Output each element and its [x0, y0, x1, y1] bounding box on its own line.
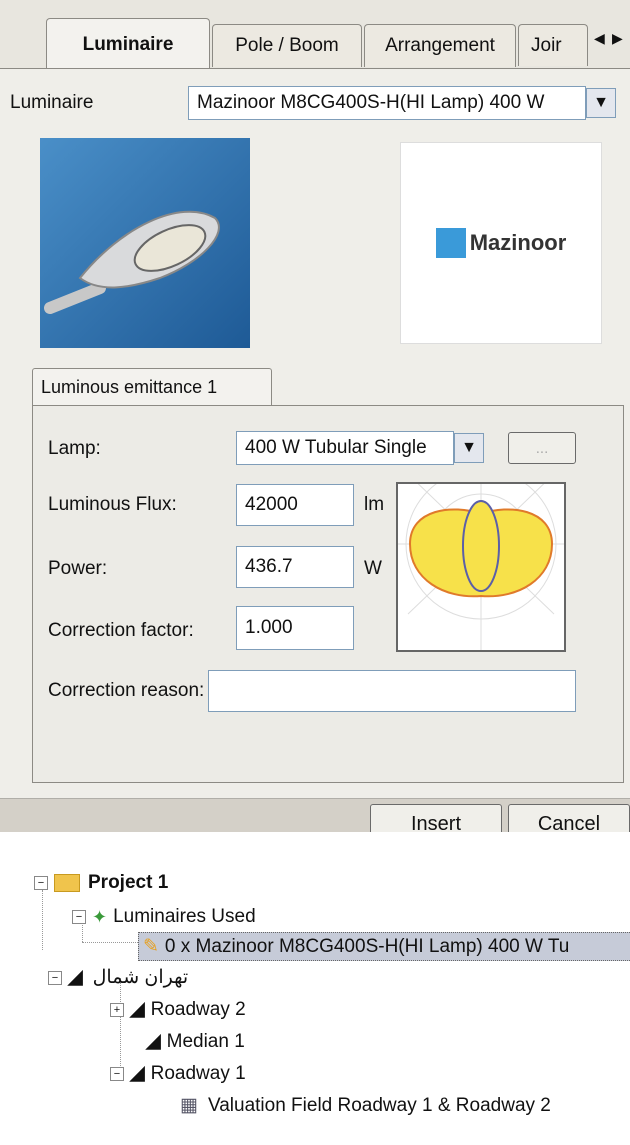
- tree-item-roadway-2[interactable]: + ◢ Roadway 2: [110, 998, 246, 1021]
- tree-guide: [82, 942, 138, 943]
- tree-item-roadway-1[interactable]: − ◢ Roadway 1: [110, 1062, 246, 1085]
- luminous-flux-field[interactable]: 42000: [236, 484, 354, 526]
- flux-unit: lm: [364, 494, 385, 515]
- tab-label: Pole / Boom: [235, 35, 339, 56]
- lamp-label: Lamp:: [48, 438, 101, 459]
- tab-scroll-right-icon[interactable]: ▶: [612, 30, 623, 47]
- correction-reason-field[interactable]: [208, 670, 576, 712]
- lamp-select[interactable]: 400 W Tubular Single: [236, 431, 454, 465]
- luminaire-label: Luminaire: [10, 92, 94, 113]
- tree-label: 0 x Mazinoor M8CG400S-H(HI Lamp) 400 W T…: [164, 935, 570, 957]
- tree-item-valuation-field[interactable]: ▦ Valuation Field Roadway 1 & Roadway 2: [180, 1094, 551, 1117]
- tree-label: تهران شمال: [92, 967, 189, 988]
- road-icon: ◢: [146, 1031, 161, 1052]
- tab-label: Luminous emittance 1: [41, 377, 218, 397]
- road-icon: ◢: [68, 967, 83, 988]
- tab-luminaire[interactable]: Luminaire: [46, 18, 210, 71]
- tree-label: Roadway 1: [150, 1062, 246, 1084]
- tree-guide: [42, 890, 43, 950]
- tree-item-luminaires-used[interactable]: − ✦ Luminaires Used: [72, 906, 256, 928]
- tree-guide: [120, 978, 121, 1074]
- power-label: Power:: [48, 558, 108, 579]
- logo-mark-icon: [435, 228, 466, 258]
- tree-label: Valuation Field Roadway 1 & Roadway 2: [207, 1094, 551, 1116]
- luminaires-group-icon: ✦: [92, 906, 108, 927]
- divider: [0, 798, 630, 799]
- tree-label: Project 1: [88, 872, 169, 893]
- tab-label: Arrangement: [385, 35, 495, 56]
- logo-text: Mazinoor: [469, 230, 567, 255]
- tab-label: Joir: [531, 34, 562, 56]
- tab-arrangement[interactable]: Arrangement: [364, 24, 516, 67]
- folder-icon: [54, 874, 80, 892]
- lamp-more-label: ...: [535, 439, 549, 457]
- tab-strip: Luminaire Pole / Boom Arrangement Joir ◀…: [0, 0, 630, 71]
- correction-factor-value: 1.000: [245, 617, 293, 638]
- collapse-icon[interactable]: −: [110, 1066, 124, 1081]
- tree-item-project[interactable]: − Project 1: [34, 872, 168, 894]
- correction-factor-field[interactable]: 1.000: [236, 606, 354, 650]
- tree-label: Median 1: [166, 1030, 245, 1052]
- luminaire-select[interactable]: Mazinoor M8CG400S-H(HI Lamp) 400 W: [188, 86, 586, 120]
- collapse-icon[interactable]: −: [48, 970, 62, 985]
- tab-luminous-emittance[interactable]: Luminous emittance 1: [32, 368, 272, 406]
- tree-item-luminaire[interactable]: ✎ 0 x Mazinoor M8CG400S-H(HI Lamp) 400 W…: [138, 932, 630, 961]
- tab-joint[interactable]: Joir: [518, 24, 588, 66]
- expand-icon[interactable]: +: [110, 1002, 124, 1017]
- luminaire-select-value: Mazinoor M8CG400S-H(HI Lamp) 400 W: [197, 92, 545, 113]
- lamp-more-button[interactable]: ...: [508, 432, 576, 464]
- power-unit: W: [364, 558, 382, 579]
- luminous-flux-label: Luminous Flux:: [48, 494, 177, 515]
- luminaire-photo: [40, 138, 250, 348]
- brand-logo: Mazinoor: [400, 142, 602, 344]
- tab-pole-boom[interactable]: Pole / Boom: [212, 24, 362, 67]
- luminous-flux-value: 42000: [245, 494, 298, 515]
- tree-item-street[interactable]: − ◢ تهران شمال: [48, 966, 188, 989]
- collapse-icon[interactable]: −: [72, 910, 86, 924]
- collapse-icon[interactable]: −: [34, 876, 48, 890]
- power-field[interactable]: 436.7: [236, 546, 354, 588]
- chevron-down-icon[interactable]: ▼: [454, 433, 484, 463]
- road-icon: ◢: [130, 999, 145, 1020]
- valuation-field-icon: ▦: [180, 1095, 198, 1116]
- chevron-down-icon[interactable]: ▼: [586, 88, 616, 118]
- power-value: 436.7: [245, 556, 293, 577]
- correction-factor-label: Correction factor:: [48, 620, 194, 641]
- tab-label: Luminaire: [82, 34, 174, 55]
- lamp-select-value: 400 W Tubular Single: [245, 437, 427, 458]
- tab-scroll-left-icon[interactable]: ◀: [594, 30, 605, 47]
- tree-item-median-1[interactable]: ◢ Median 1: [146, 1030, 245, 1053]
- luminaire-icon: ✎: [143, 936, 159, 957]
- tree-label: Luminaires Used: [113, 906, 256, 927]
- correction-reason-label: Correction reason:: [48, 680, 205, 701]
- tree-label: Roadway 2: [150, 998, 246, 1020]
- photometric-diagram: [396, 468, 566, 652]
- road-icon: ◢: [130, 1063, 145, 1084]
